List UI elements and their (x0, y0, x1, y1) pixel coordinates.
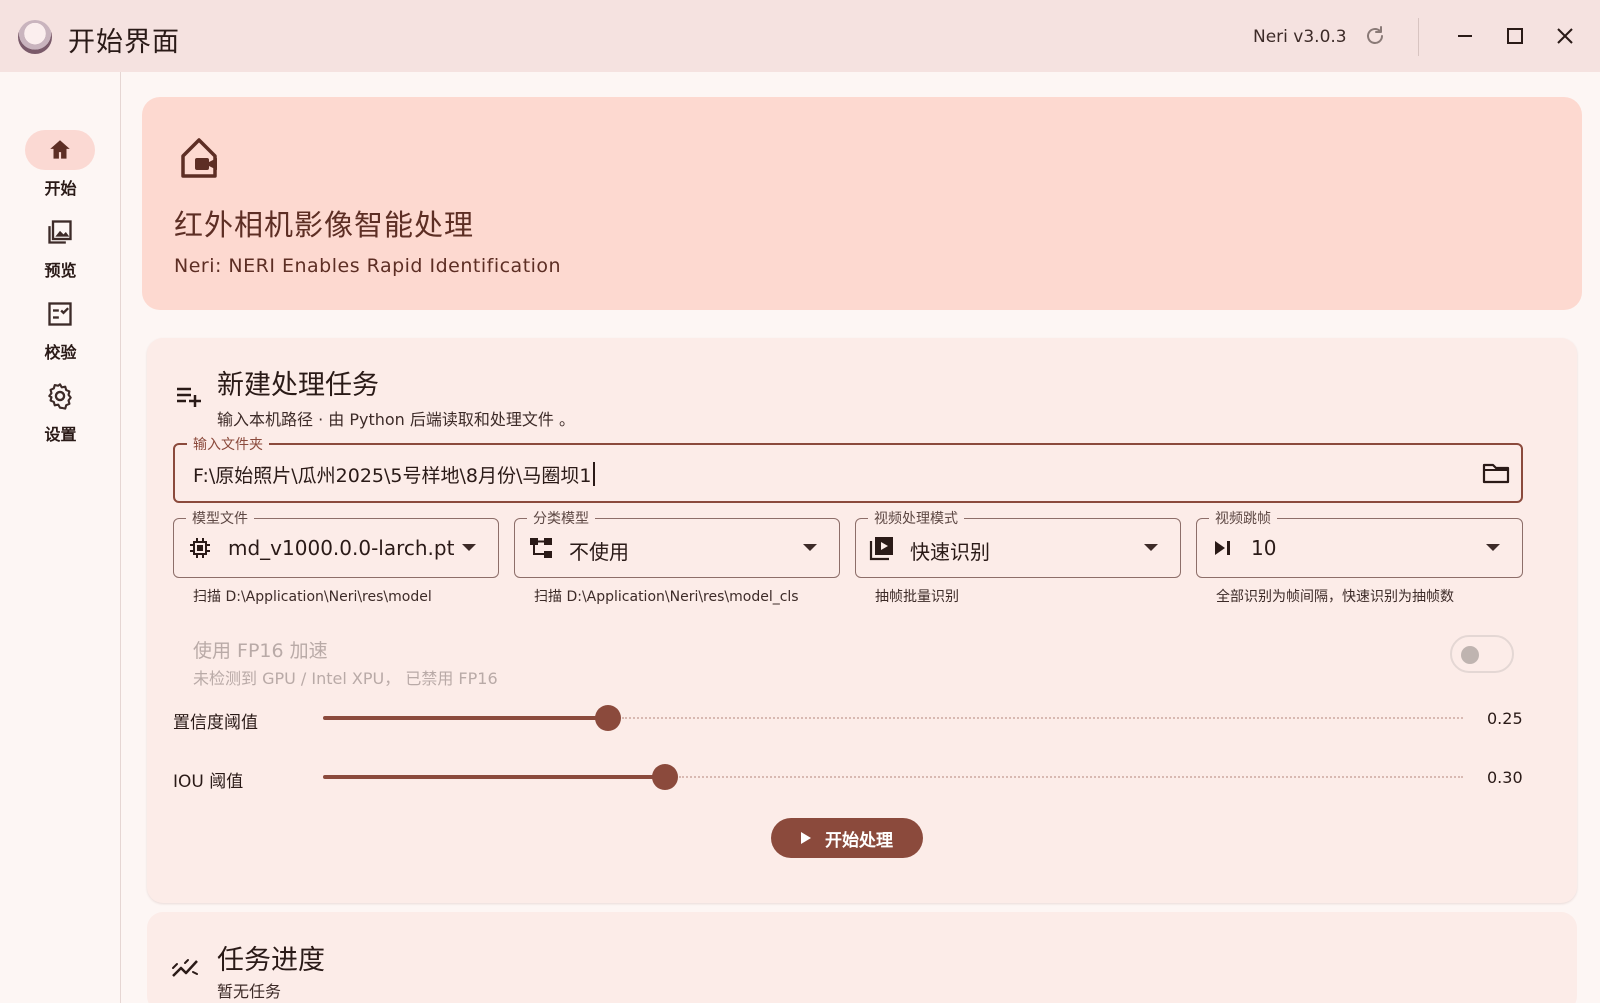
gallery-icon (48, 220, 72, 244)
model-file-label: 模型文件 (186, 508, 254, 528)
nav-label-verify: 校验 (44, 343, 77, 362)
start-processing-button[interactable]: 开始处理 (771, 818, 923, 858)
video-skip-frame-helper: 全部识别为帧间隔，快速识别为抽帧数 (1216, 589, 1454, 605)
video-mode-label: 视频处理模式 (868, 508, 964, 528)
checklist-icon (48, 302, 72, 326)
start-processing-label: 开始处理 (825, 830, 893, 851)
minimize-button[interactable] (1448, 18, 1482, 54)
chevron-down-icon (462, 544, 476, 551)
model-file-select[interactable]: 模型文件 md_v1000.0.0-larch.pt (173, 508, 499, 578)
app-logo (18, 20, 52, 54)
nav-pill-verify (25, 294, 95, 334)
task-subtitle: 输入本机路径 · 由 Python 后端读取和处理文件 。 (217, 410, 575, 429)
iou-slider-fill (323, 775, 665, 779)
chevron-down-icon (1144, 544, 1158, 551)
hero-card: 红外相机影像智能处理 Neri: NERI Enables Rapid Iden… (142, 97, 1582, 310)
input-folder-value[interactable]: F:\原始照片\瓜州2025\5号样地\8月份\马圈坝1 (193, 461, 596, 488)
video-mode-select[interactable]: 视频处理模式 快速识别 (855, 508, 1181, 578)
iou-slider[interactable] (323, 764, 1463, 790)
chevron-down-icon (1486, 544, 1500, 551)
navigation-rail: 开始 预览 校验 设置 (0, 72, 121, 1003)
video-library-icon (869, 537, 893, 561)
nav-item-start[interactable]: 开始 (0, 130, 121, 204)
confidence-slider[interactable] (323, 705, 1463, 731)
gear-icon (48, 383, 72, 410)
input-folder-label: 输入文件夹 (187, 434, 269, 454)
iou-slider-rest (679, 776, 1463, 778)
nav-label-start: 开始 (44, 179, 77, 198)
home-camera-icon (181, 138, 217, 178)
confidence-slider-fill (323, 716, 608, 720)
hero-title: 红外相机影像智能处理 (174, 208, 475, 242)
nav-item-verify[interactable]: 校验 (0, 294, 121, 368)
trend-icon (172, 959, 198, 977)
nav-label-settings: 设置 (44, 425, 77, 444)
input-folder-field[interactable]: 输入文件夹 F:\原始照片\瓜州2025\5号样地\8月份\马圈坝1 (173, 434, 1523, 503)
task-progress-card: 任务进度 暂无任务 (147, 912, 1577, 1003)
fp16-title: 使用 FP16 加速 (193, 640, 328, 662)
confidence-slider-thumb[interactable] (595, 705, 621, 731)
play-icon (801, 832, 811, 844)
progress-subtitle: 暂无任务 (217, 982, 282, 1001)
nav-label-preview: 预览 (44, 261, 77, 280)
version-label: Neri v3.0.3 (1253, 27, 1347, 47)
nav-pill-preview (25, 212, 95, 252)
nav-item-preview[interactable]: 预览 (0, 212, 121, 286)
video-skip-frame-select[interactable]: 视频跳帧 10 (1196, 508, 1523, 578)
tree-icon (530, 538, 552, 558)
video-mode-helper: 抽帧批量识别 (875, 589, 959, 605)
close-button[interactable] (1548, 18, 1582, 54)
model-file-helper: 扫描 D:\Application\Neri\res\model (193, 589, 432, 605)
hero-subtitle: Neri: NERI Enables Rapid Identification (174, 255, 562, 277)
chevron-down-icon (803, 544, 817, 551)
fp16-toggle[interactable] (1450, 635, 1514, 673)
maximize-button[interactable] (1498, 18, 1532, 54)
video-skip-frame-value: 10 (1251, 536, 1277, 560)
playlist-add-icon (177, 387, 201, 407)
title-bar: 开始界面 Neri v3.0.3 (0, 0, 1600, 72)
confidence-slider-rest (622, 717, 1463, 719)
chip-icon (190, 538, 210, 558)
iou-slider-thumb[interactable] (652, 764, 678, 790)
confidence-label: 置信度阈值 (173, 713, 258, 733)
nav-item-settings[interactable]: 设置 (0, 376, 121, 450)
folder-icon[interactable] (1481, 459, 1511, 487)
new-task-card: 新建处理任务 输入本机路径 · 由 Python 后端读取和处理文件 。 输入文… (147, 338, 1577, 903)
home-icon (50, 140, 70, 159)
classifier-model-select[interactable]: 分类模型 不使用 (514, 508, 840, 578)
classifier-model-label: 分类模型 (527, 508, 595, 528)
skip-next-icon (1215, 541, 1230, 555)
iou-value: 0.30 (1487, 768, 1523, 787)
nav-pill-start (25, 130, 95, 170)
video-skip-frame-label: 视频跳帧 (1209, 508, 1277, 528)
video-mode-value: 快速识别 (910, 540, 990, 564)
nav-pill-settings (25, 376, 95, 416)
classifier-model-value: 不使用 (569, 540, 629, 564)
refresh-icon[interactable] (1363, 24, 1387, 48)
iou-label: IOU 阈值 (173, 772, 244, 792)
task-title: 新建处理任务 (217, 370, 379, 401)
titlebar-divider (1418, 18, 1419, 56)
progress-title: 任务进度 (217, 945, 325, 976)
classifier-model-helper: 扫描 D:\Application\Neri\res\model_cls (534, 589, 799, 605)
fp16-subtitle: 未检测到 GPU / Intel XPU， 已禁用 FP16 (193, 669, 498, 688)
model-file-value: md_v1000.0.0-larch.pt (228, 536, 455, 560)
window-title: 开始界面 (68, 27, 180, 58)
fp16-toggle-knob (1461, 646, 1479, 664)
confidence-value: 0.25 (1487, 709, 1523, 728)
